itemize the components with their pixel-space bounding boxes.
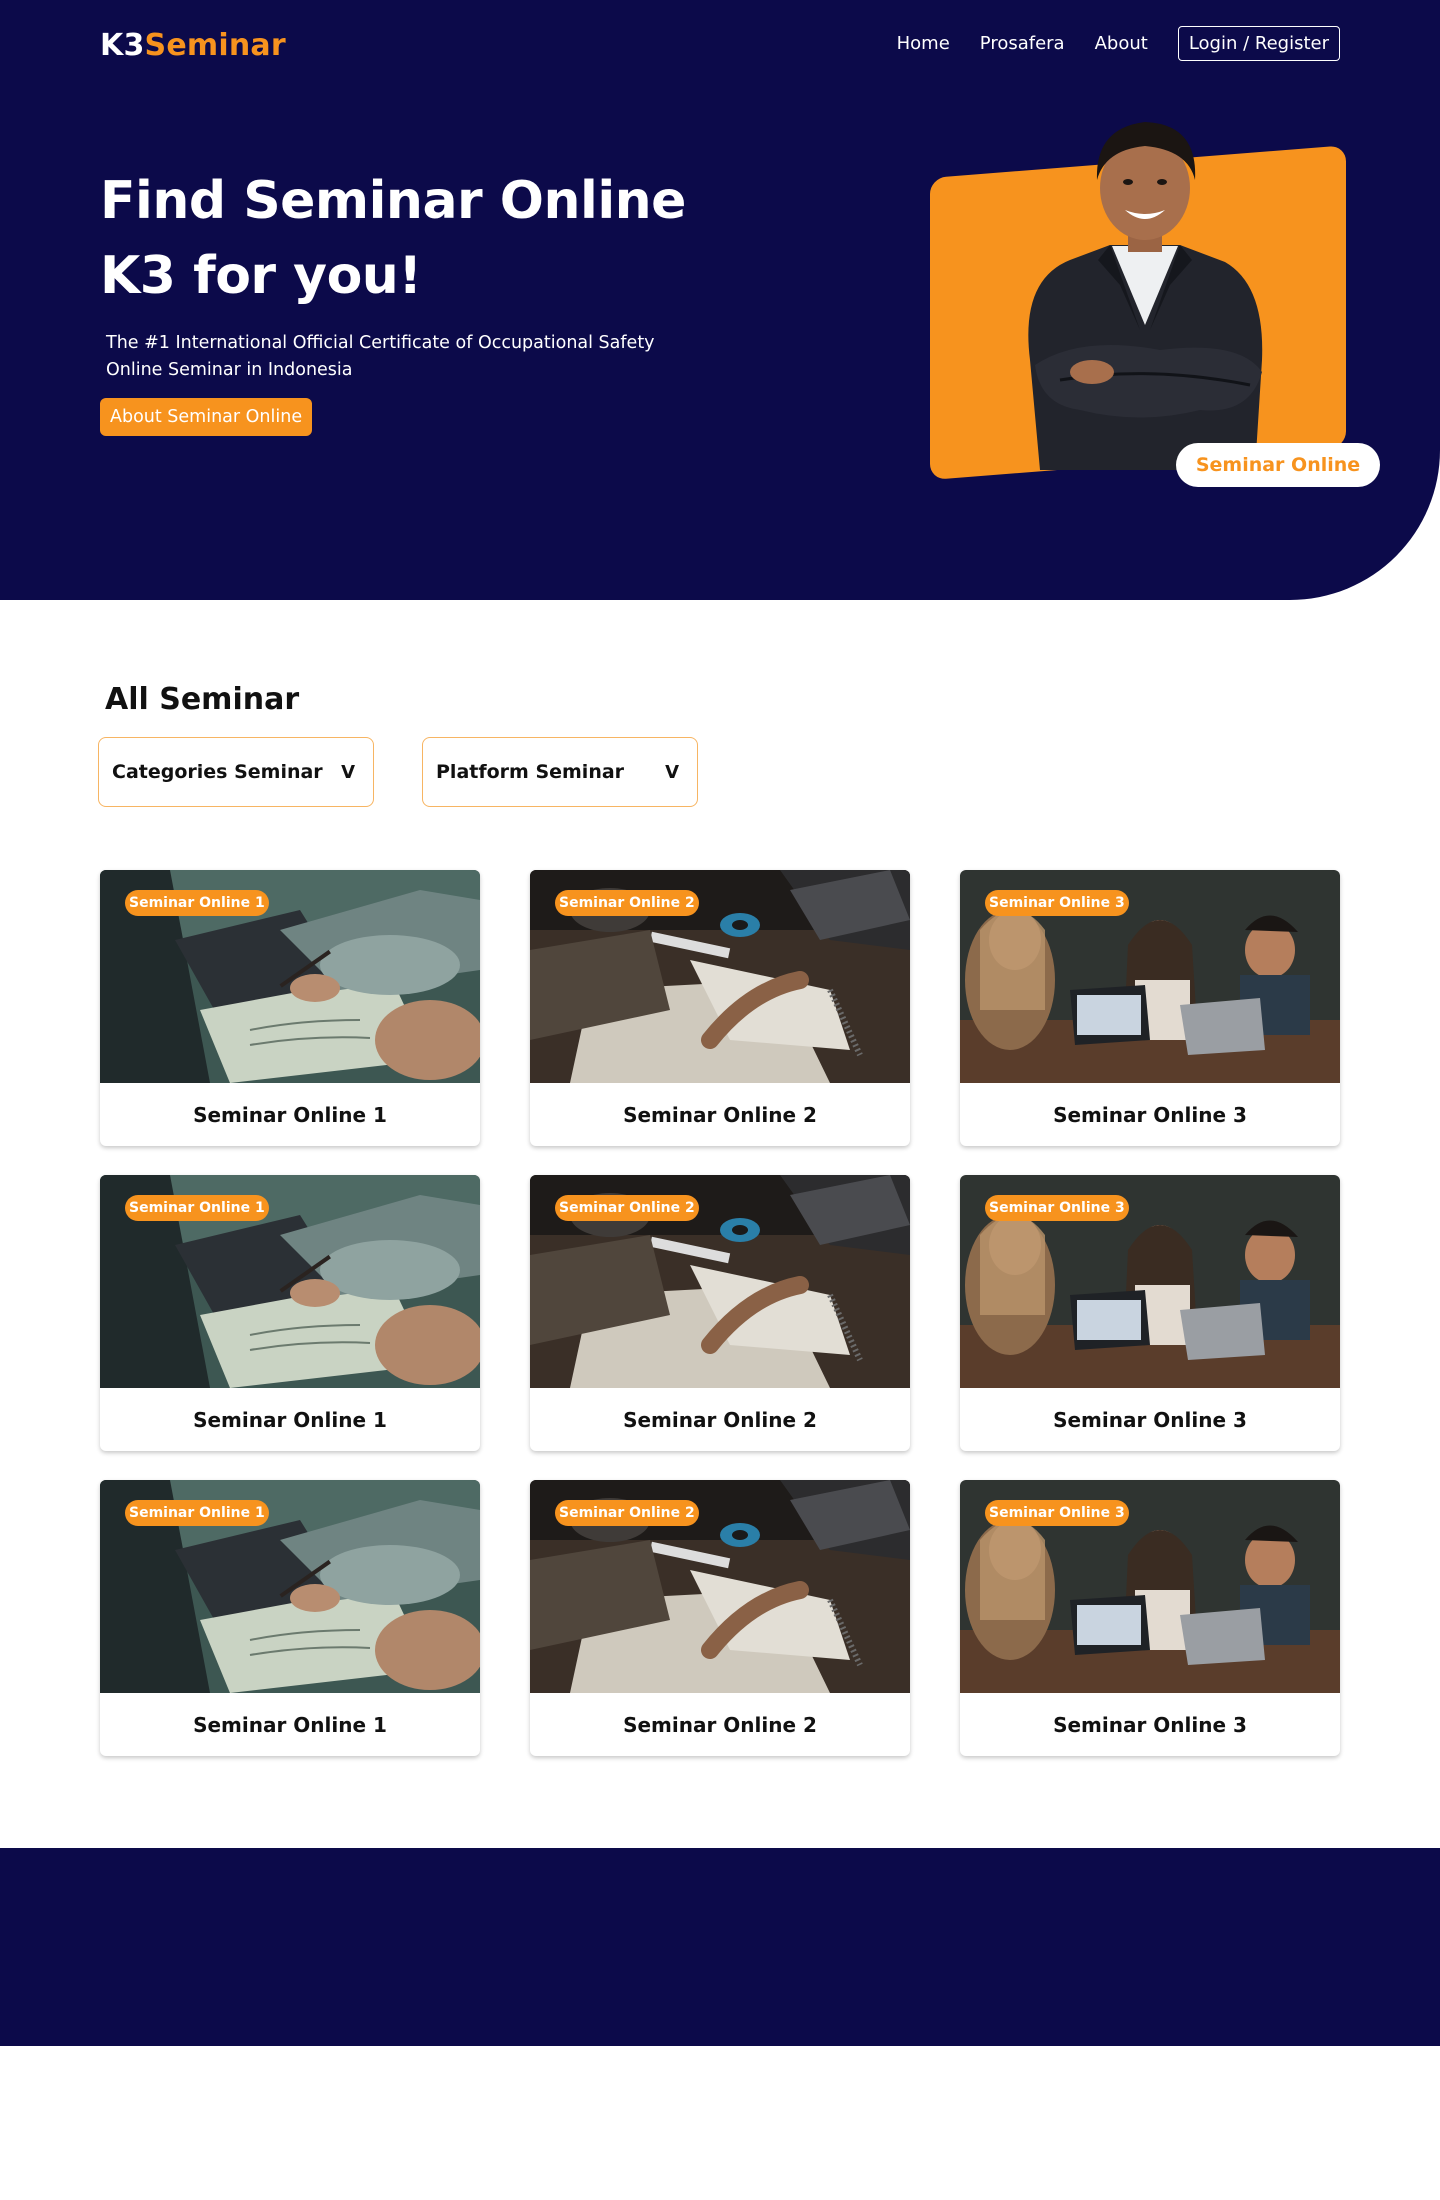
seminar-card-image: Seminar Online 3 bbox=[960, 1175, 1340, 1388]
seminar-card-image: Seminar Online 2 bbox=[530, 870, 910, 1083]
login-register-button[interactable]: Login / Register bbox=[1177, 26, 1340, 61]
seminar-card-3[interactable]: Seminar Online 3 Seminar Online 3 bbox=[960, 870, 1340, 1146]
chevron-down-icon: V bbox=[341, 761, 355, 783]
seminar-card-badge: Seminar Online 1 bbox=[125, 1195, 269, 1221]
hero-section: K3Seminar Home Prosafera About Login / R… bbox=[0, 0, 1440, 600]
seminar-card-badge: Seminar Online 2 bbox=[555, 1500, 699, 1526]
logo-seminar: Seminar bbox=[144, 28, 286, 63]
seminar-online-pill[interactable]: Seminar Online bbox=[1176, 443, 1380, 487]
hero-subtitle: The #1 International Official Certificat… bbox=[106, 330, 726, 384]
categories-seminar-dropdown[interactable]: Categories Seminar V bbox=[98, 737, 374, 807]
seminar-card-badge: Seminar Online 1 bbox=[125, 1500, 269, 1526]
seminar-card-4[interactable]: Seminar Online 1 Seminar Online 1 bbox=[100, 1175, 480, 1451]
seminar-card-title: Seminar Online 3 bbox=[1053, 1407, 1247, 1432]
nav-home[interactable]: Home bbox=[897, 33, 950, 54]
seminar-card-8[interactable]: Seminar Online 2 Seminar Online 2 bbox=[530, 1480, 910, 1756]
hero-title: Find Seminar Online K3 for you! bbox=[100, 164, 686, 314]
seminar-card-5[interactable]: Seminar Online 2 Seminar Online 2 bbox=[530, 1175, 910, 1451]
seminar-card-2[interactable]: Seminar Online 2 Seminar Online 2 bbox=[530, 870, 910, 1146]
seminar-card-title: Seminar Online 1 bbox=[193, 1407, 387, 1432]
nav-prosafera[interactable]: Prosafera bbox=[980, 33, 1065, 54]
seminar-card-title: Seminar Online 1 bbox=[193, 1712, 387, 1737]
seminar-card-title: Seminar Online 2 bbox=[623, 1712, 817, 1737]
seminar-card-6[interactable]: Seminar Online 3 Seminar Online 3 bbox=[960, 1175, 1340, 1451]
site-logo[interactable]: K3Seminar bbox=[100, 28, 286, 63]
seminar-card-title: Seminar Online 3 bbox=[1053, 1712, 1247, 1737]
seminar-card-image: Seminar Online 3 bbox=[960, 870, 1340, 1083]
categories-seminar-label: Categories Seminar bbox=[112, 761, 323, 783]
about-seminar-button[interactable]: About Seminar Online bbox=[100, 398, 313, 436]
seminar-card-title: Seminar Online 2 bbox=[623, 1102, 817, 1127]
seminar-card-7[interactable]: Seminar Online 1 Seminar Online 1 bbox=[100, 1480, 480, 1756]
seminar-card-image: Seminar Online 2 bbox=[530, 1480, 910, 1693]
hero-subtitle-line-2: Online Seminar in Indonesia bbox=[106, 360, 353, 380]
chevron-down-icon: V bbox=[665, 761, 679, 783]
platform-seminar-label: Platform Seminar bbox=[436, 761, 625, 783]
seminar-card-title: Seminar Online 2 bbox=[623, 1407, 817, 1432]
nav-about[interactable]: About bbox=[1095, 33, 1148, 54]
seminar-card-badge: Seminar Online 3 bbox=[985, 890, 1129, 916]
hero-person-illustration bbox=[1028, 122, 1263, 470]
seminar-card-image: Seminar Online 3 bbox=[960, 1480, 1340, 1693]
seminar-card-image: Seminar Online 1 bbox=[100, 870, 480, 1083]
footer bbox=[0, 1848, 1440, 2046]
all-seminar-heading: All Seminar bbox=[105, 682, 300, 717]
platform-seminar-dropdown[interactable]: Platform Seminar V bbox=[422, 737, 698, 807]
seminar-card-grid: Seminar Online 1 Seminar Online 1 Semina… bbox=[100, 870, 1340, 1756]
seminar-card-badge: Seminar Online 3 bbox=[985, 1195, 1129, 1221]
seminar-card-9[interactable]: Seminar Online 3 Seminar Online 3 bbox=[960, 1480, 1340, 1756]
hero-subtitle-line-1: The #1 International Official Certificat… bbox=[106, 333, 655, 353]
seminar-card-image: Seminar Online 1 bbox=[100, 1175, 480, 1388]
seminar-card-badge: Seminar Online 2 bbox=[555, 1195, 699, 1221]
hero-title-line-2: K3 for you! bbox=[100, 246, 422, 306]
seminar-card-badge: Seminar Online 3 bbox=[985, 1500, 1129, 1526]
seminar-card-title: Seminar Online 1 bbox=[193, 1102, 387, 1127]
logo-k3: K3 bbox=[100, 28, 145, 63]
seminar-card-image: Seminar Online 2 bbox=[530, 1175, 910, 1388]
seminar-card-image: Seminar Online 1 bbox=[100, 1480, 480, 1693]
hero-title-line-1: Find Seminar Online bbox=[100, 171, 686, 231]
seminar-card-badge: Seminar Online 1 bbox=[125, 890, 269, 916]
seminar-card-title: Seminar Online 3 bbox=[1053, 1102, 1247, 1127]
seminar-card-1[interactable]: Seminar Online 1 Seminar Online 1 bbox=[100, 870, 480, 1146]
main-nav: Home Prosafera About Login / Register bbox=[897, 26, 1340, 61]
seminar-card-badge: Seminar Online 2 bbox=[555, 890, 699, 916]
